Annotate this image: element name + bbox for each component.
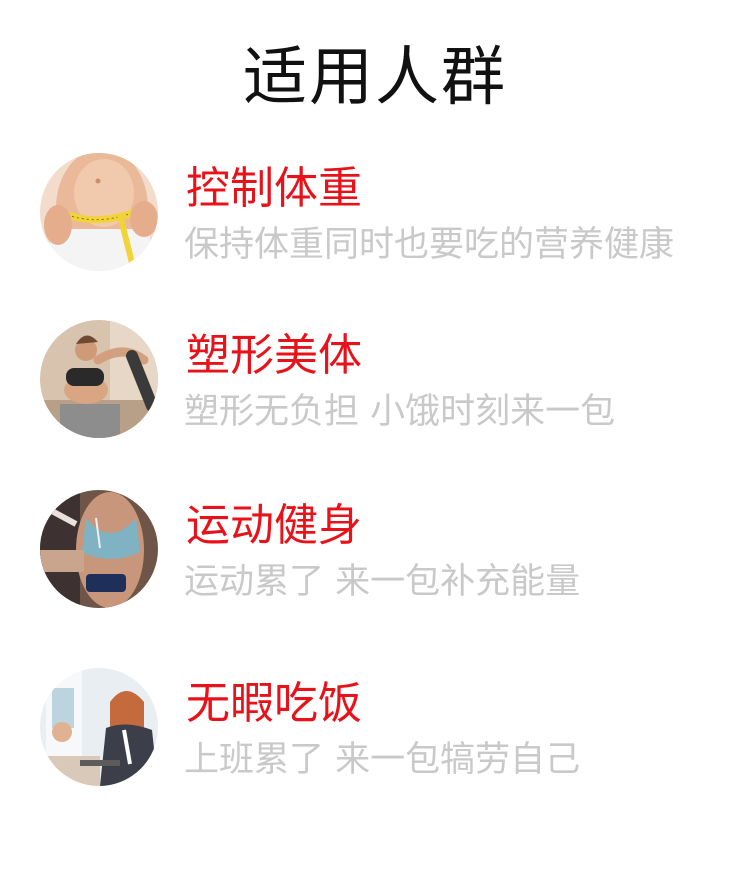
page-title: 适用人群 [243,41,507,115]
waist-measuring-tape-photo [40,153,158,271]
item-title: 无暇吃饭 [186,678,362,729]
list-item-body-shaping: 塑形美体 塑形无负担 小饿时刻来一包 [0,320,750,450]
list-item-fitness: 运动健身 运动累了 来一包补充能量 [0,490,750,620]
item-title: 控制体重 [186,163,362,214]
list-item-no-time-to-eat: 无暇吃饭 上班累了 来一包犒劳自己 [0,668,750,798]
item-description: 运动累了 来一包补充能量 [184,562,581,602]
item-title: 运动健身 [186,500,362,551]
list-item-weight-control: 控制体重 保持体重同时也要吃的营养健康 [0,153,750,283]
office-workers-photo [40,668,158,786]
item-description: 塑形无负担 小饿时刻来一包 [184,392,616,432]
item-description: 保持体重同时也要吃的营养健康 [184,225,675,265]
item-title: 塑形美体 [186,330,362,381]
fitness-sportswear-photo [40,490,158,608]
yoga-stretch-photo [40,320,158,438]
item-description: 上班累了 来一包犒劳自己 [184,740,581,780]
